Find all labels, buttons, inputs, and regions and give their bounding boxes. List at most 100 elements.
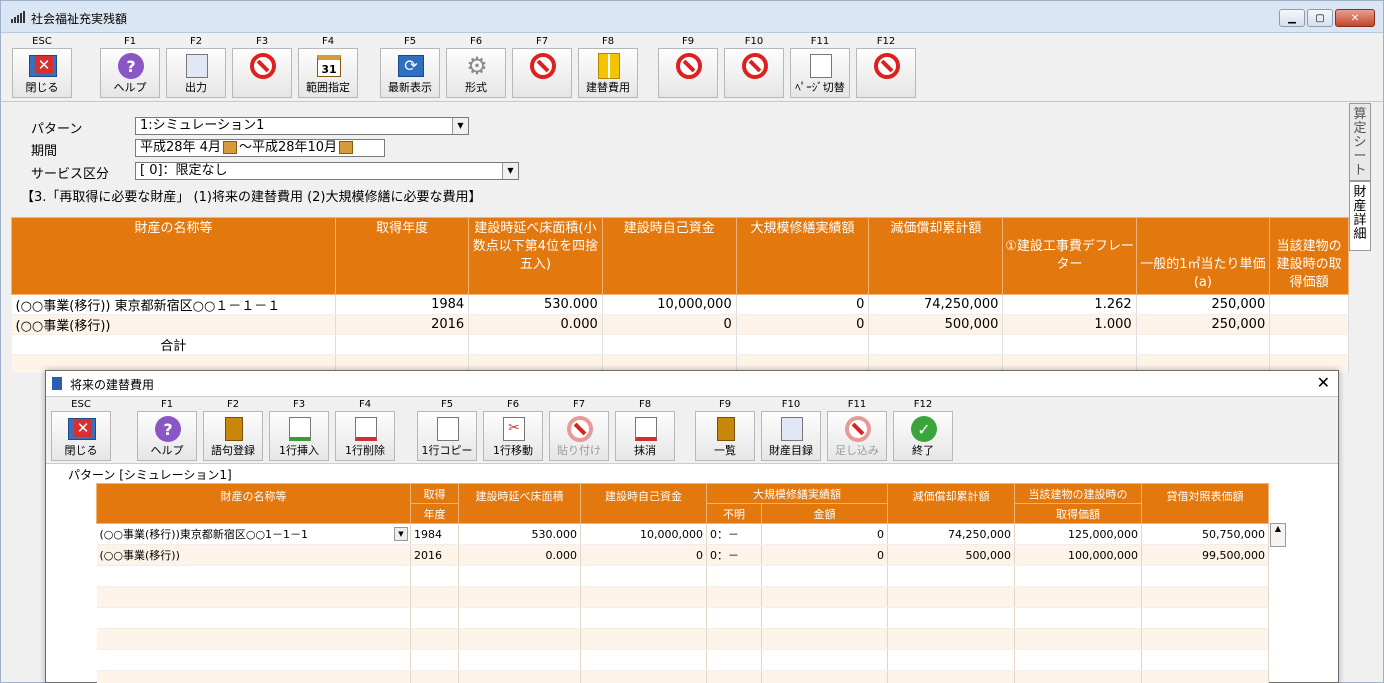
dlg-col-own-fund: 建設時自己資金 <box>580 483 707 524</box>
help-icon: ? <box>117 53 145 79</box>
table-row[interactable]: (○○事業(移行))東京都新宿区○○1－1－1 ▼ 1984 530.000 10… <box>96 523 1269 545</box>
dlg-col-depr: 減価償却累計額 <box>887 483 1015 524</box>
move-row-icon: ✂ <box>500 416 528 442</box>
add-in-icon <box>844 416 872 442</box>
chevron-down-icon: ▼ <box>452 118 468 134</box>
table-row[interactable] <box>96 565 1269 587</box>
app-icon <box>11 11 25 23</box>
period-label: 期間 <box>31 144 58 159</box>
col-name: 財産の名称等 <box>11 217 336 295</box>
f8-rebuild-cost-button[interactable]: F8 建替費用 <box>577 34 639 98</box>
table-row[interactable]: (○○事業(移行)) 2016 0.000 0 0 500,000 1.000 … <box>11 314 1349 335</box>
table-row[interactable] <box>96 628 1269 650</box>
table-row[interactable]: (○○事業(移行)) 東京都新宿区○○１－１－１ 1984 530.000 10… <box>11 294 1349 315</box>
service-select[interactable]: [ 0]：限定なし ▼ <box>135 162 519 180</box>
col-year: 取得年度 <box>334 217 470 295</box>
f3-disabled-button[interactable]: F3 <box>231 34 293 98</box>
dlg-col-name: 財産の名称等 <box>96 483 411 524</box>
asset-grid: 財産の名称等 取得年度 建設時延べ床面積(小数点以下第4位を四捨五入) 建設時自… <box>11 217 1349 377</box>
no-entry-icon <box>675 53 703 79</box>
calendar-icon[interactable] <box>222 141 237 154</box>
f12-disabled-button[interactable]: F12 <box>855 34 917 98</box>
total-row: 合計 <box>11 334 1349 355</box>
f4-range-button[interactable]: F4 31 範囲指定 <box>297 34 359 98</box>
scroll-up-button[interactable]: ▲ <box>1270 523 1286 547</box>
no-entry-icon <box>529 53 557 79</box>
refresh-icon: ⟳ <box>397 53 425 79</box>
maximize-button[interactable]: ▢ <box>1307 9 1333 27</box>
dlg-f4-delete-row-button[interactable]: F4 1行削除 <box>334 397 396 461</box>
copy-row-icon <box>434 416 462 442</box>
dlg-esc-close-button[interactable]: ESC閉じる <box>50 397 112 461</box>
f2-output-button[interactable]: F2 出力 <box>165 34 227 98</box>
dlg-f2-phrase-button[interactable]: F2 語句登録 <box>202 397 264 461</box>
tab-calc-sheet[interactable]: 算定シート <box>1349 103 1371 181</box>
dlg-col-year1: 取得 <box>410 483 459 504</box>
f10-disabled-button[interactable]: F10 <box>723 34 785 98</box>
insert-row-icon <box>286 416 314 442</box>
dlg-f9-list-button[interactable]: F9 一覧 <box>694 397 756 461</box>
main-toolbar: ESC閉じる F1?ヘルプ F2出力 F3 F431範囲指定 F5⟳最新表示 F… <box>1 34 1383 102</box>
close-icon <box>68 416 96 442</box>
f6-format-button[interactable]: F6 ⚙ 形式 <box>445 34 507 98</box>
dlg-f6-move-row-button[interactable]: F6 ✂ 1行移動 <box>482 397 544 461</box>
f5-refresh-button[interactable]: F5 ⟳ 最新表示 <box>379 34 441 98</box>
table-row[interactable] <box>96 670 1269 683</box>
f9-disabled-button[interactable]: F9 <box>657 34 719 98</box>
table-row[interactable] <box>96 649 1269 671</box>
table-row[interactable]: (○○事業(移行)) 2016 0.000 0 0：－ 0 500,000 10… <box>96 544 1269 566</box>
dlg-f1-help-button[interactable]: F1? ヘルプ <box>136 397 198 461</box>
dlg-col-repair: 大規模修繕実績額 <box>706 483 888 504</box>
book-icon <box>220 416 248 442</box>
window-title: 社会福祉充実残額 <box>31 12 128 26</box>
col-deflator: ①建設工事費デフレーター <box>1002 217 1137 295</box>
dlg-col-area: 建設時延べ床面積 <box>458 483 581 524</box>
dlg-f11-add-in-button[interactable]: F11 足し込み <box>826 397 888 461</box>
dlg-f7-paste-button[interactable]: F7 貼り付け <box>548 397 610 461</box>
dlg-f10-inventory-button[interactable]: F10 財産目録 <box>760 397 822 461</box>
table-row[interactable] <box>96 586 1269 608</box>
rebuild-cost-grid: 財産の名称等 取得 建設時延べ床面積 建設時自己資金 大規模修繕実績額 減価償却… <box>96 483 1286 683</box>
f1-help-button[interactable]: F1? ヘルプ <box>99 34 161 98</box>
dlg-col-year2: 年度 <box>410 503 459 524</box>
col-repair: 大規模修繕実績額 <box>735 217 870 295</box>
table-row[interactable] <box>96 607 1269 629</box>
period-field[interactable]: 平成28年 4月 ～平成28年10月 <box>135 139 385 157</box>
minimize-button[interactable]: ▁ <box>1279 9 1305 27</box>
filter-form: パターン 1:シミュレーション1 ▼ 期間 平成28年 4月 ～平成28年10月 サ… <box>1 103 1349 217</box>
tab-asset-detail[interactable]: 財産詳細 <box>1349 181 1371 251</box>
paste-icon <box>566 416 594 442</box>
gear-icon: ⚙ <box>466 52 488 80</box>
dlg-f12-finish-button[interactable]: F12 ✓ 終了 <box>892 397 954 461</box>
dlg-f3-insert-row-button[interactable]: F3 1行挿入 <box>268 397 330 461</box>
name-select[interactable]: (○○事業(移行))東京都新宿区○○1－1－1 ▼ <box>96 523 411 545</box>
chevron-down-icon[interactable]: ▼ <box>394 527 408 541</box>
erase-icon <box>632 416 660 442</box>
chevron-down-icon: ▼ <box>502 163 518 179</box>
title-bar: 社会福祉充実残額 ▁ ▢ ✕ <box>1 1 1383 33</box>
dlg-f8-erase-button[interactable]: F8 抹消 <box>614 397 676 461</box>
rebuild-cost-dialog: 将来の建替費用 ✕ ESC閉じる F1?ヘルプ F2語句登録 F31行挿入 F4… <box>45 370 1339 683</box>
dlg-col-unknown: 不明 <box>706 503 762 524</box>
section-note: 【3.「再取得に必要な財産」 (1)将来の建替費用 (2)大規模修繕に必要な費用… <box>21 190 482 205</box>
close-window-button[interactable]: ✕ <box>1335 9 1375 27</box>
f11-page-switch-button[interactable]: F11 ﾍﾟｰｼﾞ切替 <box>789 34 851 98</box>
dialog-toolbar: ESC閉じる F1?ヘルプ F2語句登録 F31行挿入 F41行削除 F51行コ… <box>46 396 1338 464</box>
list-icon <box>712 416 740 442</box>
dlg-col-amount: 金額 <box>761 503 888 524</box>
side-tabs: 算定シート 財産詳細 <box>1349 103 1371 263</box>
dlg-col-book: 貸借対照表価額 <box>1141 483 1269 524</box>
f7-disabled-button[interactable]: F7 <box>511 34 573 98</box>
dialog-pattern-label: パターン [シミュレーション1] <box>68 468 232 482</box>
dlg-f5-copy-row-button[interactable]: F5 1行コピー <box>416 397 478 461</box>
output-icon <box>183 53 211 79</box>
col-area: 建設時延べ床面積(小数点以下第4位を四捨五入) <box>468 217 603 295</box>
close-icon[interactable]: ✕ <box>1317 373 1330 392</box>
service-label: サービス区分 <box>31 167 110 182</box>
calendar-icon[interactable] <box>339 141 354 154</box>
pattern-label: パターン <box>31 122 83 137</box>
pattern-select[interactable]: 1:シミュレーション1 ▼ <box>135 117 469 135</box>
esc-close-button[interactable]: ESC閉じる <box>11 34 73 98</box>
calendar-icon: 31 <box>315 53 343 79</box>
close-icon <box>29 53 57 79</box>
